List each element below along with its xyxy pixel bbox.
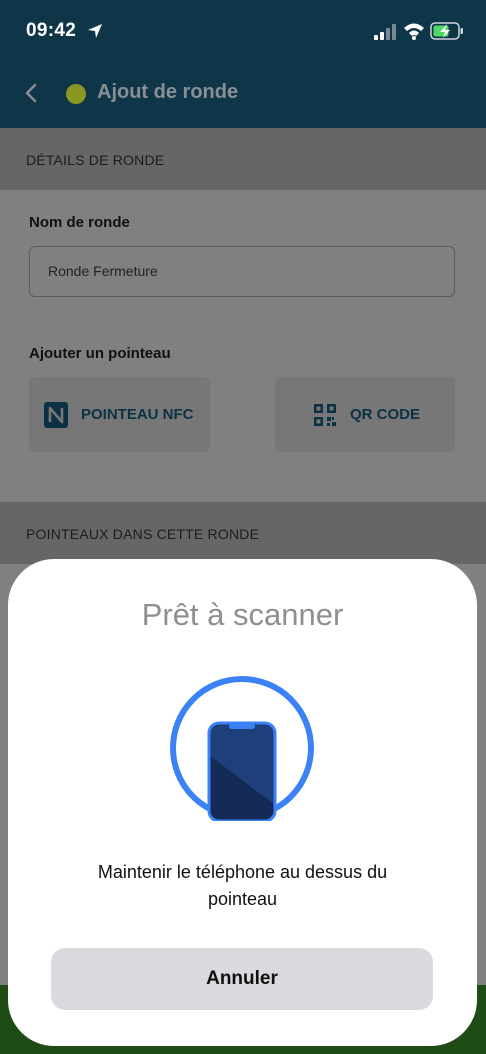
tags-section-heading: POINTEAUX DANS CETTE RONDE [26,526,260,542]
details-section-heading: DÉTAILS DE RONDE [26,152,165,168]
nfc-button-label: POINTEAU NFC [81,406,194,423]
top-bar: 09:42 Ajout de ronde [0,0,486,128]
round-name-label: Nom de ronde [29,214,130,231]
cancel-scan-button[interactable]: Annuler [51,948,433,1010]
scan-sheet-title: Prêt à scanner [141,597,344,632]
cellular-signal-icon [374,24,396,40]
round-status-dot [66,84,86,104]
app-screen: 09:42 Ajout de ronde DÉTAILS DE RONDE No… [0,0,486,1054]
scan-instruction-text: Maintenir le téléphone au dessus du poin… [97,862,388,909]
phone-scan-icon [170,676,314,821]
page-title: Ajout de ronde [97,81,239,103]
add-tag-label: Ajouter un pointeau [29,345,171,362]
battery-charging-icon [430,22,463,40]
round-name-value: Ronde Fermeture [48,263,158,279]
status-time: 09:42 [26,20,77,41]
round-name-input[interactable]: Ronde Fermeture [29,246,455,297]
nfc-icon [44,402,68,428]
nfc-tag-button[interactable]: POINTEAU NFC [29,377,210,452]
nfc-scan-sheet: Prêt à scanner Maintenir le téléphone au… [8,559,477,1046]
qr-button-label: QR CODE [350,406,421,423]
qr-code-button[interactable]: QR CODE [275,377,455,452]
qr-code-icon [314,404,336,426]
wifi-icon [404,23,424,40]
back-chevron-icon[interactable] [22,82,42,104]
tags-section-header: POINTEAUX DANS CETTE RONDE [0,502,486,564]
location-arrow-icon [88,24,102,38]
details-section-header: DÉTAILS DE RONDE [0,128,486,190]
